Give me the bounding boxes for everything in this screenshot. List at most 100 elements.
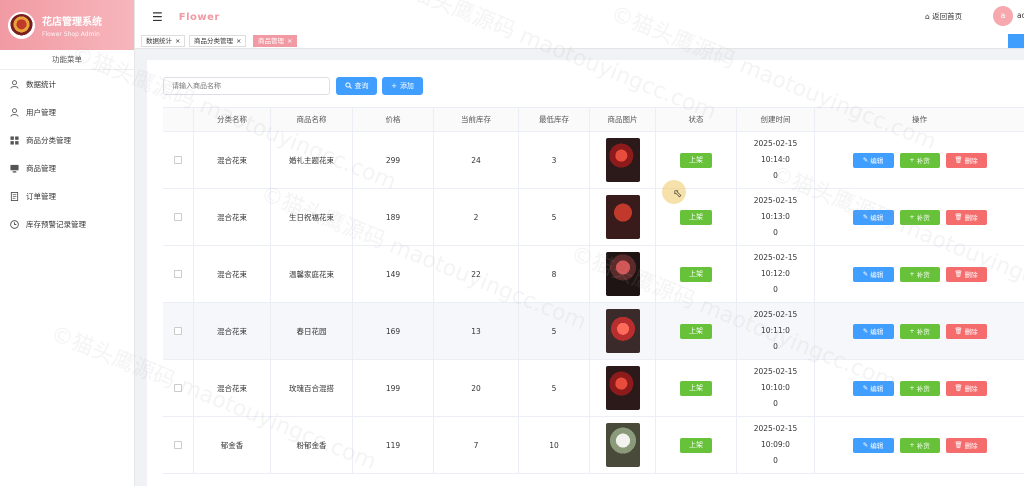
tab-label: 数据统计 xyxy=(146,37,172,45)
price-cell: 169 xyxy=(353,303,434,359)
status-badge[interactable]: 上架 xyxy=(680,437,712,453)
search-input[interactable] xyxy=(163,77,330,95)
sidebar-item-category[interactable]: 商品分类管理 xyxy=(0,126,134,154)
status-badge[interactable]: 上架 xyxy=(680,323,712,339)
restock-button[interactable]: + 补货 xyxy=(899,437,940,453)
topbar-title: Flower xyxy=(178,11,220,23)
stock-cell: 24 xyxy=(434,132,519,188)
sidebar-item-users[interactable]: 用户管理 xyxy=(0,98,134,126)
sidebar-item-label: 数据统计 xyxy=(26,79,56,89)
tab-label: 商品分类管理 xyxy=(194,37,233,45)
restock-button[interactable]: + 补货 xyxy=(899,266,940,282)
edit-button[interactable]: ✎ 编辑 xyxy=(852,209,894,225)
min-stock-cell: 8 xyxy=(519,246,590,302)
status-badge[interactable]: 上架 xyxy=(680,209,712,225)
min-stock-cell: 5 xyxy=(519,303,590,359)
trash-icon: 🗑 xyxy=(954,327,965,335)
delete-button[interactable]: 🗑 删除 xyxy=(945,209,987,225)
status-badge[interactable]: 上架 xyxy=(680,380,712,396)
table-row: 混合花束 春日花园 169 13 5 上架 2025-02-15 10:11:0… xyxy=(163,303,1024,360)
search-icon xyxy=(344,81,352,91)
clock-icon xyxy=(9,219,19,229)
brand-subtitle: Flower Shop Admin xyxy=(42,30,100,38)
column-header: 分类名称 xyxy=(194,108,271,131)
edit-button[interactable]: ✎ 编辑 xyxy=(852,380,894,396)
trash-icon: 🗑 xyxy=(954,441,965,449)
min-stock-cell: 5 xyxy=(519,189,590,245)
edit-button[interactable]: ✎ 编辑 xyxy=(852,437,894,453)
delete-button[interactable]: 🗑 删除 xyxy=(945,266,987,282)
restock-button[interactable]: + 补货 xyxy=(899,152,940,168)
edit-label: 编辑 xyxy=(870,385,884,393)
edit-icon: ✎ xyxy=(862,384,871,392)
product-image xyxy=(605,309,640,353)
trash-icon: 🗑 xyxy=(954,384,965,392)
created-time: 2025-02-15 10:09:0 xyxy=(753,424,798,449)
status-badge[interactable]: 上架 xyxy=(680,152,712,168)
close-icon[interactable]: × xyxy=(236,37,241,45)
close-icon[interactable]: × xyxy=(175,37,180,45)
category-cell: 混合花束 xyxy=(194,189,271,245)
row-checkbox[interactable] xyxy=(174,327,182,335)
row-checkbox[interactable] xyxy=(174,213,182,221)
edit-label: 编辑 xyxy=(870,328,884,336)
delete-button[interactable]: 🗑 删除 xyxy=(945,380,987,396)
side-action-button[interactable] xyxy=(1008,34,1024,48)
product-image xyxy=(605,366,640,410)
avatar[interactable]: a xyxy=(993,6,1013,26)
tab-products[interactable]: 商品管理 × xyxy=(253,35,298,47)
edit-icon: ✎ xyxy=(862,213,871,221)
row-checkbox[interactable] xyxy=(174,441,182,449)
row-checkbox[interactable] xyxy=(174,270,182,278)
query-button[interactable]: 查询 xyxy=(336,77,377,95)
row-checkbox[interactable] xyxy=(174,384,182,392)
stock-cell: 20 xyxy=(434,360,519,416)
product-name-cell: 生日祝福花束 xyxy=(271,189,353,245)
edit-icon: ✎ xyxy=(862,270,871,278)
username[interactable]: ad xyxy=(1017,11,1024,20)
restock-label: 补货 xyxy=(916,385,930,393)
price-cell: 149 xyxy=(353,246,434,302)
row-checkbox[interactable] xyxy=(174,156,182,164)
price-cell: 189 xyxy=(353,189,434,245)
brand-header: 花店管理系统 Flower Shop Admin xyxy=(0,0,134,50)
tab-data-stats[interactable]: 数据统计 × xyxy=(141,35,186,47)
stock-cell: 13 xyxy=(434,303,519,359)
table-header-row: 分类名称 商品名称 价格 当前库存 最低库存 商品图片 状态 创建时间 操作 xyxy=(163,108,1024,132)
home-link[interactable]: ⌂ 返回首页 xyxy=(925,11,962,22)
top-bar: ☰ Flower ⌂ 返回首页 a ad xyxy=(135,0,1024,34)
sidebar-item-stock-alerts[interactable]: 库存预警记录管理 xyxy=(0,210,134,238)
sidebar-item-data-stats[interactable]: 数据统计 xyxy=(0,70,134,98)
add-button-label: 添加 xyxy=(399,82,414,90)
edit-button[interactable]: ✎ 编辑 xyxy=(852,152,894,168)
delete-button[interactable]: 🗑 删除 xyxy=(945,323,987,339)
price-cell: 199 xyxy=(353,360,434,416)
add-button[interactable]: + 添加 xyxy=(382,77,423,95)
hamburger-menu-icon[interactable]: ☰ xyxy=(152,10,163,24)
status-badge[interactable]: 上架 xyxy=(680,266,712,282)
sidebar-item-orders[interactable]: 订单管理 xyxy=(0,182,134,210)
edit-label: 编辑 xyxy=(870,442,884,450)
edit-button[interactable]: ✎ 编辑 xyxy=(852,323,894,339)
sidebar-item-products[interactable]: 商品管理 xyxy=(0,154,134,182)
product-name-cell: 婚礼主题花束 xyxy=(271,132,353,188)
home-link-label: 返回首页 xyxy=(932,12,963,21)
restock-button[interactable]: + 补货 xyxy=(899,323,940,339)
restock-button[interactable]: + 补货 xyxy=(899,380,940,396)
edit-button[interactable]: ✎ 编辑 xyxy=(852,266,894,282)
menu-header: 功能菜单 xyxy=(0,50,134,70)
category-cell: 混合花束 xyxy=(194,132,271,188)
document-icon xyxy=(9,191,19,201)
product-name-cell: 春日花园 xyxy=(271,303,353,359)
restock-button[interactable]: + 补货 xyxy=(899,209,940,225)
delete-button[interactable]: 🗑 删除 xyxy=(945,152,987,168)
created-time: 2025-02-15 10:11:0 xyxy=(753,310,798,335)
column-header: 当前库存 xyxy=(434,108,519,131)
tab-category[interactable]: 商品分类管理 × xyxy=(189,35,247,47)
close-icon[interactable]: × xyxy=(287,37,292,45)
created-time-cont: 0 xyxy=(773,342,778,351)
trash-icon: 🗑 xyxy=(954,213,965,221)
restock-label: 补货 xyxy=(916,271,930,279)
delete-label: 删除 xyxy=(964,328,978,336)
delete-button[interactable]: 🗑 删除 xyxy=(945,437,987,453)
